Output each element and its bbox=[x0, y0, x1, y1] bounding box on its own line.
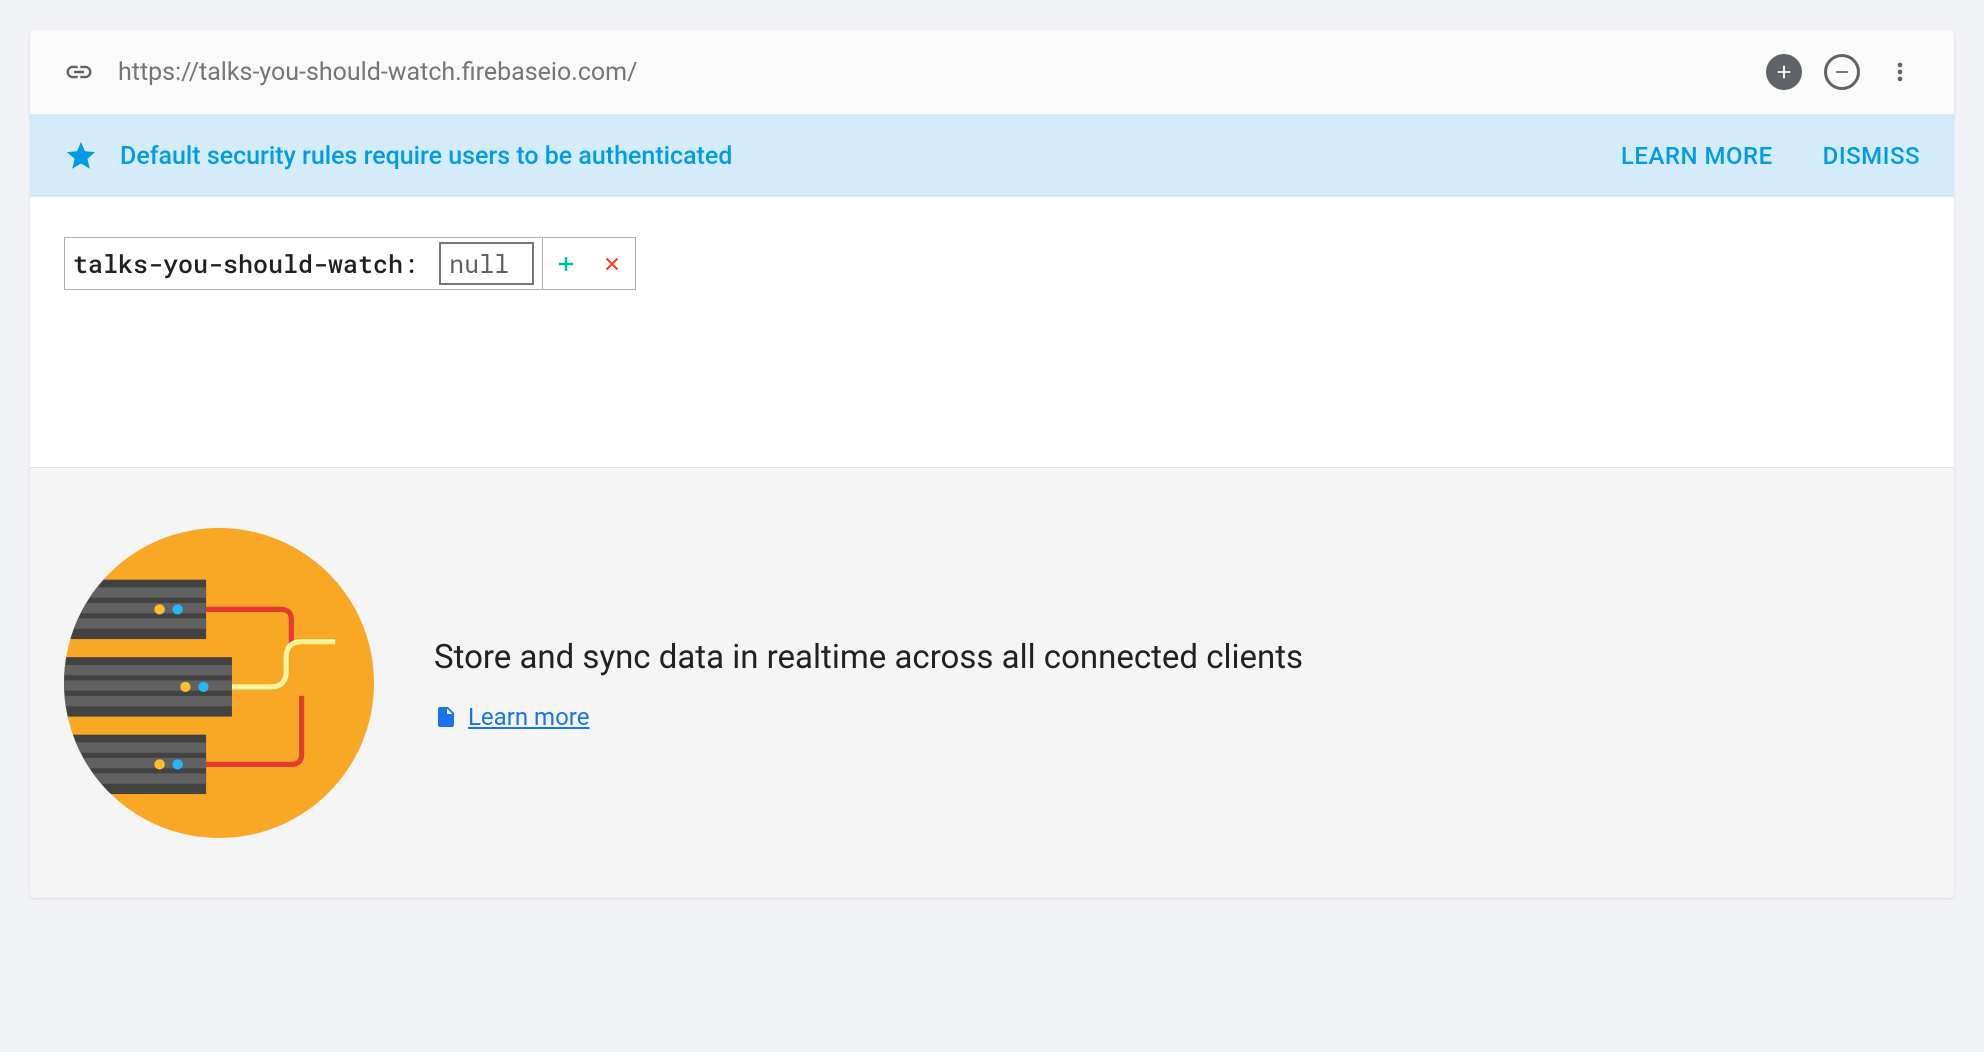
more-vert-icon bbox=[1886, 58, 1914, 86]
delete-node-button[interactable] bbox=[589, 238, 635, 289]
info-content: Store and sync data in realtime across a… bbox=[434, 635, 1920, 731]
add-child-button[interactable] bbox=[543, 238, 589, 289]
plus-icon bbox=[554, 252, 578, 276]
security-banner: Default security rules require users to … bbox=[30, 115, 1954, 197]
more-menu-button[interactable] bbox=[1880, 52, 1920, 92]
add-button[interactable] bbox=[1764, 52, 1804, 92]
info-text: Store and sync data in realtime across a… bbox=[434, 635, 1434, 681]
node-value-input[interactable] bbox=[439, 242, 534, 285]
dismiss-button[interactable]: DISMISS bbox=[1823, 142, 1920, 170]
data-tree-area: talks-you-should-watch: bbox=[30, 197, 1954, 467]
banner-message: Default security rules require users to … bbox=[120, 142, 1621, 171]
header-bar: https://talks-you-should-watch.firebasei… bbox=[30, 30, 1954, 115]
x-icon bbox=[601, 253, 623, 275]
remove-button[interactable] bbox=[1822, 52, 1862, 92]
header-actions bbox=[1764, 52, 1920, 92]
data-node: talks-you-should-watch: bbox=[64, 237, 636, 290]
database-url: https://talks-you-should-watch.firebasei… bbox=[118, 58, 1764, 87]
colon: : bbox=[403, 247, 433, 280]
learn-more-link[interactable]: Learn more bbox=[468, 703, 589, 731]
document-icon bbox=[434, 705, 458, 729]
link-icon bbox=[64, 57, 94, 87]
banner-actions: LEARN MORE DISMISS bbox=[1621, 142, 1920, 170]
info-section: Store and sync data in realtime across a… bbox=[30, 467, 1954, 898]
database-panel: https://talks-you-should-watch.firebasei… bbox=[30, 30, 1954, 898]
learn-more-row: Learn more bbox=[434, 703, 1920, 731]
node-actions bbox=[542, 238, 635, 289]
node-key: talks-you-should-watch bbox=[73, 247, 403, 280]
servers-illustration bbox=[64, 528, 374, 838]
learn-more-button[interactable]: LEARN MORE bbox=[1621, 142, 1773, 170]
star-icon bbox=[64, 139, 98, 173]
plus-circle-icon bbox=[1766, 54, 1802, 90]
data-key-section: talks-you-should-watch: bbox=[65, 238, 542, 289]
minus-circle-icon bbox=[1824, 54, 1860, 90]
